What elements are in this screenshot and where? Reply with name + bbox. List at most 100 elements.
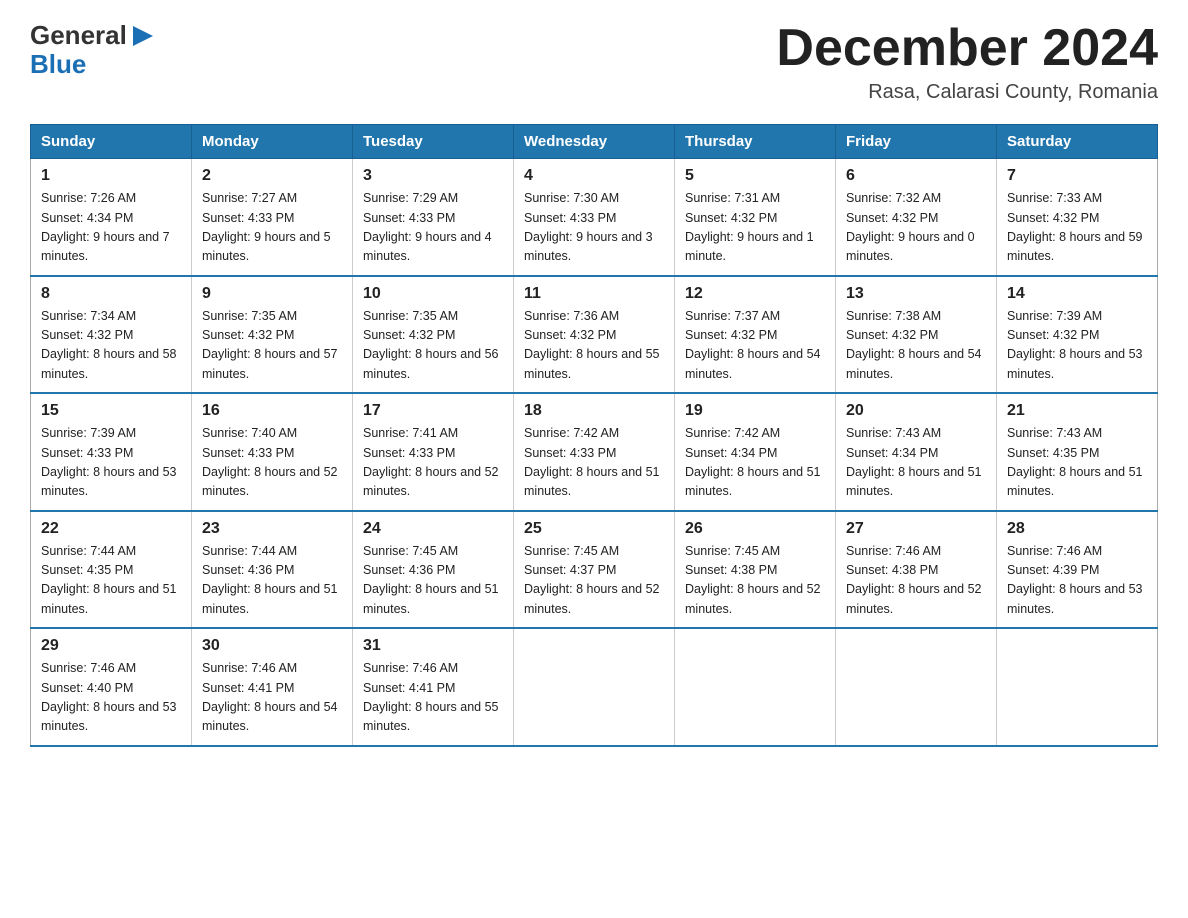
calendar-cell: 10 Sunrise: 7:35 AM Sunset: 4:32 PM Dayl… xyxy=(353,276,514,394)
calendar-cell xyxy=(514,628,675,746)
calendar-header-row: Sunday Monday Tuesday Wednesday Thursday… xyxy=(31,125,1158,159)
calendar-cell: 31 Sunrise: 7:46 AM Sunset: 4:41 PM Dayl… xyxy=(353,628,514,746)
month-title: December 2024 xyxy=(776,20,1158,77)
day-number: 7 xyxy=(1007,167,1147,185)
calendar-cell: 9 Sunrise: 7:35 AM Sunset: 4:32 PM Dayli… xyxy=(192,276,353,394)
day-number: 31 xyxy=(363,637,503,655)
day-info: Sunrise: 7:30 AM Sunset: 4:33 PM Dayligh… xyxy=(524,189,664,267)
day-number: 27 xyxy=(846,520,986,538)
day-info: Sunrise: 7:31 AM Sunset: 4:32 PM Dayligh… xyxy=(685,189,825,267)
day-number: 16 xyxy=(202,402,342,420)
day-number: 18 xyxy=(524,402,664,420)
calendar-cell: 29 Sunrise: 7:46 AM Sunset: 4:40 PM Dayl… xyxy=(31,628,192,746)
calendar-cell: 25 Sunrise: 7:45 AM Sunset: 4:37 PM Dayl… xyxy=(514,511,675,629)
day-number: 6 xyxy=(846,167,986,185)
day-number: 2 xyxy=(202,167,342,185)
day-number: 12 xyxy=(685,285,825,303)
logo-blue: Blue xyxy=(30,49,157,80)
calendar-week-4: 22 Sunrise: 7:44 AM Sunset: 4:35 PM Dayl… xyxy=(31,511,1158,629)
day-number: 21 xyxy=(1007,402,1147,420)
calendar-cell: 1 Sunrise: 7:26 AM Sunset: 4:34 PM Dayli… xyxy=(31,159,192,276)
calendar-week-2: 8 Sunrise: 7:34 AM Sunset: 4:32 PM Dayli… xyxy=(31,276,1158,394)
header-saturday: Saturday xyxy=(997,125,1158,159)
day-info: Sunrise: 7:43 AM Sunset: 4:35 PM Dayligh… xyxy=(1007,424,1147,502)
calendar-cell: 14 Sunrise: 7:39 AM Sunset: 4:32 PM Dayl… xyxy=(997,276,1158,394)
calendar-cell xyxy=(836,628,997,746)
header-friday: Friday xyxy=(836,125,997,159)
day-number: 28 xyxy=(1007,520,1147,538)
day-number: 29 xyxy=(41,637,181,655)
calendar-cell: 22 Sunrise: 7:44 AM Sunset: 4:35 PM Dayl… xyxy=(31,511,192,629)
calendar-week-5: 29 Sunrise: 7:46 AM Sunset: 4:40 PM Dayl… xyxy=(31,628,1158,746)
day-info: Sunrise: 7:37 AM Sunset: 4:32 PM Dayligh… xyxy=(685,307,825,385)
day-number: 8 xyxy=(41,285,181,303)
day-info: Sunrise: 7:44 AM Sunset: 4:35 PM Dayligh… xyxy=(41,542,181,620)
day-number: 15 xyxy=(41,402,181,420)
day-info: Sunrise: 7:33 AM Sunset: 4:32 PM Dayligh… xyxy=(1007,189,1147,267)
logo: General Blue xyxy=(30,20,157,80)
logo-arrow-icon xyxy=(129,22,157,50)
calendar-cell: 8 Sunrise: 7:34 AM Sunset: 4:32 PM Dayli… xyxy=(31,276,192,394)
day-number: 3 xyxy=(363,167,503,185)
calendar-cell: 3 Sunrise: 7:29 AM Sunset: 4:33 PM Dayli… xyxy=(353,159,514,276)
calendar-cell: 6 Sunrise: 7:32 AM Sunset: 4:32 PM Dayli… xyxy=(836,159,997,276)
header-thursday: Thursday xyxy=(675,125,836,159)
calendar-cell: 26 Sunrise: 7:45 AM Sunset: 4:38 PM Dayl… xyxy=(675,511,836,629)
day-number: 23 xyxy=(202,520,342,538)
title-block: December 2024 Rasa, Calarasi County, Rom… xyxy=(776,20,1158,104)
day-info: Sunrise: 7:40 AM Sunset: 4:33 PM Dayligh… xyxy=(202,424,342,502)
day-number: 5 xyxy=(685,167,825,185)
calendar-cell xyxy=(675,628,836,746)
day-info: Sunrise: 7:34 AM Sunset: 4:32 PM Dayligh… xyxy=(41,307,181,385)
calendar-table: Sunday Monday Tuesday Wednesday Thursday… xyxy=(30,124,1158,747)
calendar-cell: 20 Sunrise: 7:43 AM Sunset: 4:34 PM Dayl… xyxy=(836,393,997,511)
day-info: Sunrise: 7:35 AM Sunset: 4:32 PM Dayligh… xyxy=(202,307,342,385)
calendar-cell: 11 Sunrise: 7:36 AM Sunset: 4:32 PM Dayl… xyxy=(514,276,675,394)
day-number: 17 xyxy=(363,402,503,420)
day-info: Sunrise: 7:45 AM Sunset: 4:36 PM Dayligh… xyxy=(363,542,503,620)
day-number: 11 xyxy=(524,285,664,303)
day-info: Sunrise: 7:45 AM Sunset: 4:38 PM Dayligh… xyxy=(685,542,825,620)
day-number: 25 xyxy=(524,520,664,538)
day-info: Sunrise: 7:26 AM Sunset: 4:34 PM Dayligh… xyxy=(41,189,181,267)
day-info: Sunrise: 7:36 AM Sunset: 4:32 PM Dayligh… xyxy=(524,307,664,385)
header-tuesday: Tuesday xyxy=(353,125,514,159)
day-number: 22 xyxy=(41,520,181,538)
calendar-cell: 15 Sunrise: 7:39 AM Sunset: 4:33 PM Dayl… xyxy=(31,393,192,511)
header-monday: Monday xyxy=(192,125,353,159)
calendar-cell: 23 Sunrise: 7:44 AM Sunset: 4:36 PM Dayl… xyxy=(192,511,353,629)
day-info: Sunrise: 7:46 AM Sunset: 4:38 PM Dayligh… xyxy=(846,542,986,620)
day-number: 26 xyxy=(685,520,825,538)
calendar-cell: 27 Sunrise: 7:46 AM Sunset: 4:38 PM Dayl… xyxy=(836,511,997,629)
day-number: 4 xyxy=(524,167,664,185)
day-info: Sunrise: 7:39 AM Sunset: 4:33 PM Dayligh… xyxy=(41,424,181,502)
calendar-cell: 21 Sunrise: 7:43 AM Sunset: 4:35 PM Dayl… xyxy=(997,393,1158,511)
calendar-cell: 12 Sunrise: 7:37 AM Sunset: 4:32 PM Dayl… xyxy=(675,276,836,394)
calendar-week-1: 1 Sunrise: 7:26 AM Sunset: 4:34 PM Dayli… xyxy=(31,159,1158,276)
calendar-cell: 19 Sunrise: 7:42 AM Sunset: 4:34 PM Dayl… xyxy=(675,393,836,511)
day-info: Sunrise: 7:43 AM Sunset: 4:34 PM Dayligh… xyxy=(846,424,986,502)
day-info: Sunrise: 7:29 AM Sunset: 4:33 PM Dayligh… xyxy=(363,189,503,267)
location: Rasa, Calarasi County, Romania xyxy=(776,81,1158,104)
calendar-cell: 4 Sunrise: 7:30 AM Sunset: 4:33 PM Dayli… xyxy=(514,159,675,276)
day-info: Sunrise: 7:39 AM Sunset: 4:32 PM Dayligh… xyxy=(1007,307,1147,385)
calendar-cell: 16 Sunrise: 7:40 AM Sunset: 4:33 PM Dayl… xyxy=(192,393,353,511)
calendar-cell: 7 Sunrise: 7:33 AM Sunset: 4:32 PM Dayli… xyxy=(997,159,1158,276)
day-info: Sunrise: 7:38 AM Sunset: 4:32 PM Dayligh… xyxy=(846,307,986,385)
day-info: Sunrise: 7:27 AM Sunset: 4:33 PM Dayligh… xyxy=(202,189,342,267)
day-number: 10 xyxy=(363,285,503,303)
header-wednesday: Wednesday xyxy=(514,125,675,159)
day-info: Sunrise: 7:46 AM Sunset: 4:40 PM Dayligh… xyxy=(41,659,181,737)
calendar-cell: 28 Sunrise: 7:46 AM Sunset: 4:39 PM Dayl… xyxy=(997,511,1158,629)
page-header: General Blue December 2024 Rasa, Calaras… xyxy=(30,20,1158,104)
day-info: Sunrise: 7:46 AM Sunset: 4:39 PM Dayligh… xyxy=(1007,542,1147,620)
day-number: 30 xyxy=(202,637,342,655)
header-sunday: Sunday xyxy=(31,125,192,159)
calendar-week-3: 15 Sunrise: 7:39 AM Sunset: 4:33 PM Dayl… xyxy=(31,393,1158,511)
day-number: 14 xyxy=(1007,285,1147,303)
calendar-cell: 24 Sunrise: 7:45 AM Sunset: 4:36 PM Dayl… xyxy=(353,511,514,629)
calendar-cell: 2 Sunrise: 7:27 AM Sunset: 4:33 PM Dayli… xyxy=(192,159,353,276)
calendar-cell: 13 Sunrise: 7:38 AM Sunset: 4:32 PM Dayl… xyxy=(836,276,997,394)
day-number: 9 xyxy=(202,285,342,303)
calendar-cell: 18 Sunrise: 7:42 AM Sunset: 4:33 PM Dayl… xyxy=(514,393,675,511)
